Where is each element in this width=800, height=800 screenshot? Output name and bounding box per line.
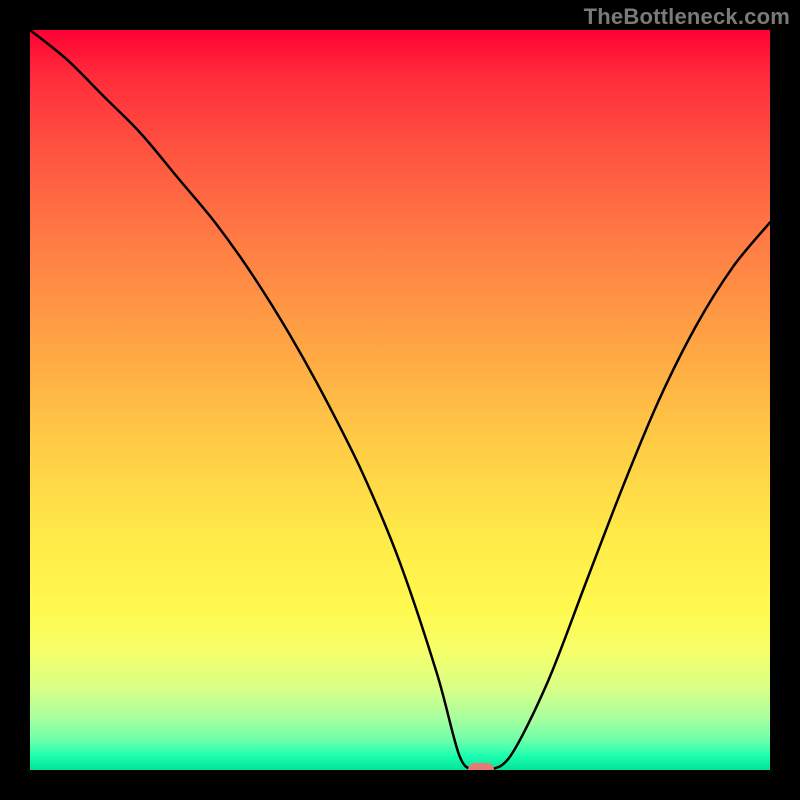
plot-area — [30, 30, 770, 770]
chart-frame: TheBottleneck.com — [0, 0, 800, 800]
bottleneck-curve — [30, 30, 770, 770]
minimum-marker — [468, 763, 494, 770]
watermark-text: TheBottleneck.com — [584, 4, 790, 30]
